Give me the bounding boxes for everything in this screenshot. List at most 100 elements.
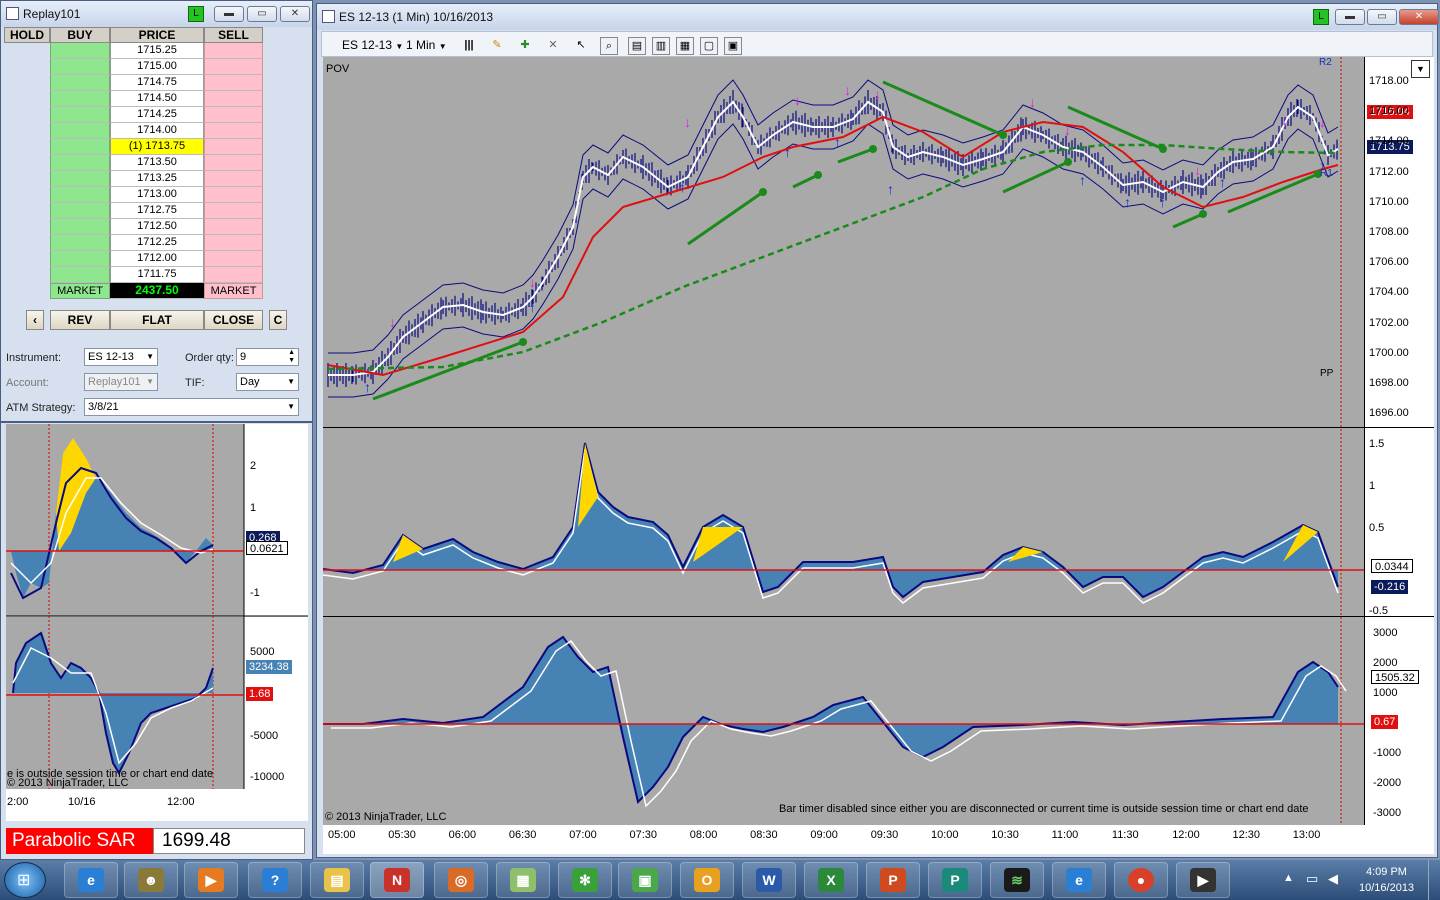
- taskbar-ie2-icon[interactable]: e: [1052, 862, 1106, 898]
- buy-cell[interactable]: [50, 59, 110, 75]
- taskbar-ie-icon[interactable]: e: [64, 862, 118, 898]
- sell-cell[interactable]: [204, 219, 263, 235]
- start-button[interactable]: ⊞: [4, 862, 46, 898]
- order-qty-stepper[interactable]: 9 ▲ ▼: [236, 348, 299, 366]
- small-chart-plot[interactable]: [1, 423, 312, 859]
- small-time-tick: 10/16: [68, 796, 96, 808]
- stepper-arrows-icon[interactable]: ▲ ▼: [288, 349, 295, 365]
- crosshair-icon[interactable]: ✕: [544, 37, 562, 55]
- sell-cell[interactable]: [204, 203, 263, 219]
- sell-cell[interactable]: [204, 171, 263, 187]
- buy-cell[interactable]: [50, 91, 110, 107]
- minimize-button[interactable]: ▬: [214, 6, 244, 22]
- sell-cell[interactable]: [204, 123, 263, 139]
- close-button[interactable]: ✕: [1399, 9, 1439, 25]
- buy-cell[interactable]: [50, 139, 110, 155]
- tray-arrow-icon[interactable]: ▲: [1283, 872, 1294, 884]
- dom-titlebar[interactable]: Replay101 L ▬ ▭ ✕: [1, 1, 312, 27]
- taskbar-compass-icon[interactable]: ◎: [434, 862, 488, 898]
- taskbar-app3-icon[interactable]: ▣: [618, 862, 672, 898]
- sell-cell[interactable]: [204, 187, 263, 203]
- instrument-select[interactable]: ES 12-13 ▼: [84, 348, 158, 366]
- zoom-icon[interactable]: ⌕: [600, 37, 618, 55]
- clock-time[interactable]: 4:09 PM: [1366, 866, 1407, 878]
- show-desktop-button[interactable]: [1428, 860, 1440, 900]
- c-button[interactable]: C: [269, 310, 287, 330]
- sell-cell[interactable]: [204, 267, 263, 283]
- flatten-button[interactable]: FLAT: [110, 310, 204, 330]
- strategy-icon[interactable]: ▥: [652, 37, 670, 55]
- taskbar-spotify-icon[interactable]: ≋: [990, 862, 1044, 898]
- taskbar-powerpoint-icon[interactable]: P: [866, 862, 920, 898]
- sell-cell[interactable]: [204, 235, 263, 251]
- buy-cell[interactable]: [50, 123, 110, 139]
- buy-cell[interactable]: [50, 203, 110, 219]
- close-button[interactable]: ✕: [280, 6, 310, 22]
- sell-cell[interactable]: [204, 139, 263, 155]
- add-indicator-icon[interactable]: ✚: [516, 37, 534, 55]
- market-sell-button[interactable]: MARKET: [204, 283, 263, 299]
- close-position-button[interactable]: CLOSE: [204, 310, 263, 330]
- taskbar-explorer-icon[interactable]: ▤: [310, 862, 364, 898]
- taskbar-ninjatrader-icon[interactable]: N: [370, 862, 424, 898]
- taskbar-app-icon[interactable]: ☻: [124, 862, 178, 898]
- link-badge[interactable]: L: [1313, 9, 1329, 25]
- taskbar-word-icon[interactable]: W: [742, 862, 796, 898]
- buy-cell[interactable]: [50, 155, 110, 171]
- maximize-button[interactable]: ▭: [1367, 9, 1397, 25]
- buy-cell[interactable]: [50, 235, 110, 251]
- bar-type-icon[interactable]: |||: [460, 37, 478, 55]
- scroll-down-button[interactable]: ▼: [1411, 60, 1430, 78]
- sell-cell[interactable]: [204, 251, 263, 267]
- taskbar-publisher-icon[interactable]: P: [928, 862, 982, 898]
- buy-cell[interactable]: [50, 43, 110, 59]
- taskbar-camera-icon[interactable]: ▶: [1176, 862, 1230, 898]
- chart-titlebar[interactable]: ES 12-13 (1 Min) 10/16/2013 L ▬ ▭ ✕: [317, 4, 1439, 30]
- interval-selector[interactable]: 1 Min ▼: [406, 38, 447, 54]
- sell-cell[interactable]: [204, 43, 263, 59]
- maximize-button[interactable]: ▭: [247, 6, 277, 22]
- buy-cell[interactable]: [50, 171, 110, 187]
- taskbar-media-player-icon[interactable]: ▶: [184, 862, 238, 898]
- drawing-pencil-icon[interactable]: ✎: [488, 37, 506, 55]
- sell-cell[interactable]: [204, 107, 263, 123]
- chart-area[interactable]: ↑ ↑ ↑ ↑ ↑ ↑ ↑ ↑ ↑ ↑ ↑ ↓ ↓ ↓ ↓ ↓ ↓ ↓ ↓ ↓ ↓ ↓ POV R2 R1 PP ▼ 17…: [323, 57, 1434, 854]
- sell-cell[interactable]: [204, 75, 263, 91]
- snapshot-icon[interactable]: ▣: [724, 37, 742, 55]
- market-buy-button[interactable]: MARKET: [50, 283, 110, 299]
- order-qty-value: 9: [240, 351, 247, 363]
- buy-cell[interactable]: [50, 267, 110, 283]
- chart-trader-icon[interactable]: ▦: [676, 37, 694, 55]
- instrument-selector[interactable]: ES 12-13 ▼: [342, 38, 403, 54]
- taskbar-chrome-icon[interactable]: ●: [1114, 862, 1168, 898]
- sell-cell[interactable]: [204, 59, 263, 75]
- account-select[interactable]: Replay101 ▼: [84, 373, 158, 391]
- taskbar-excel-icon[interactable]: X: [804, 862, 858, 898]
- sell-cell[interactable]: [204, 91, 263, 107]
- pointer-icon[interactable]: ↖: [572, 37, 590, 55]
- taskbar-help-icon[interactable]: ?: [248, 862, 302, 898]
- link-badge[interactable]: L: [188, 6, 204, 22]
- taskbar-outlook-icon[interactable]: O: [680, 862, 734, 898]
- trend-arrow-head: [869, 145, 877, 153]
- minimize-button[interactable]: ▬: [1335, 9, 1365, 25]
- buy-cell[interactable]: [50, 107, 110, 123]
- taskbar-chart-icon[interactable]: ▦: [496, 862, 550, 898]
- chart-svg[interactable]: ↑↑↑↑↑↑↑↑ ↑↑↑↓↓↓↓↓ ↓ ↓↓↓↓ ↓: [323, 57, 1434, 854]
- network-icon[interactable]: ▭: [1306, 871, 1318, 887]
- atm-strategy-select[interactable]: 3/8/21 ▼: [84, 398, 299, 416]
- buy-cell[interactable]: [50, 219, 110, 235]
- properties-icon[interactable]: ▤: [628, 37, 646, 55]
- buy-cell[interactable]: [50, 75, 110, 91]
- data-box-icon[interactable]: ▢: [700, 37, 718, 55]
- tif-select[interactable]: Day ▼: [236, 373, 299, 391]
- scroll-left-button[interactable]: ‹: [26, 310, 44, 330]
- trend-arrow-head: [814, 171, 822, 179]
- sell-cell[interactable]: [204, 155, 263, 171]
- reverse-button[interactable]: REV: [50, 310, 110, 330]
- buy-cell[interactable]: [50, 187, 110, 203]
- taskbar-app2-icon[interactable]: ✻: [558, 862, 612, 898]
- volume-icon[interactable]: ◀: [1328, 871, 1338, 887]
- clock-date[interactable]: 10/16/2013: [1359, 882, 1414, 894]
- buy-cell[interactable]: [50, 251, 110, 267]
